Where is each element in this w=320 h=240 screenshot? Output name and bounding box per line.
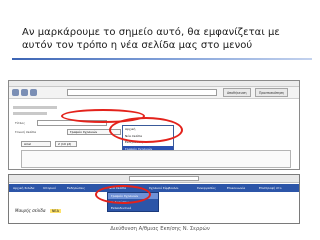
- refresh-icon[interactable]: [30, 89, 37, 96]
- address-bar[interactable]: [67, 89, 217, 96]
- font-size-select[interactable]: 2 (10 pt): [55, 141, 77, 147]
- nav-item[interactable]: Εκδηλώσεις: [67, 184, 85, 192]
- browser-topbar: [9, 175, 299, 183]
- nav-item[interactable]: Ιστορικό: [43, 184, 56, 192]
- forward-icon[interactable]: [21, 89, 28, 96]
- page-tree-line: [13, 112, 47, 115]
- site-menu-screenshot: Αρχική Σελίδα Ιστορικό Εκδηλώσεις Νέα σε…: [8, 174, 300, 224]
- slide-title: Αν μαρκάρουμε το σημείο αυτό, θα εμφανίζ…: [22, 27, 280, 51]
- new-badge: ΝΕΑ: [49, 209, 61, 213]
- font-select[interactable]: Arial: [21, 141, 51, 147]
- highlight-oval: [95, 185, 151, 204]
- save-button[interactable]: Αποθήκευση: [223, 88, 251, 97]
- submenu-item[interactable]: Εκπαιδευτικά: [108, 205, 158, 211]
- back-icon[interactable]: [12, 89, 19, 96]
- title-label: Τίτλος: [15, 121, 26, 125]
- address-bar[interactable]: [129, 176, 199, 181]
- nav-item[interactable]: Επικοινωνία: [227, 184, 245, 192]
- browser-toolbar: Αποθήκευση Προεπισκόπηση: [9, 87, 299, 99]
- editor-screenshot: Αποθήκευση Προεπισκόπηση Τίτλος Γονική σ…: [8, 80, 300, 170]
- nav-item[interactable]: Συνεργασίες: [197, 184, 216, 192]
- nav-item[interactable]: Σχολικοί Σύμβουλοι: [149, 184, 178, 192]
- slide-footer: Διεύθυνση Α/θμιας Εκπ/σης Ν. Σερρών: [110, 226, 210, 232]
- nav-item[interactable]: Αρχική Σελίδα: [13, 184, 34, 192]
- title-divider: [12, 58, 312, 60]
- page-heading-text: Μαυρής σελίδα: [15, 208, 46, 213]
- page-tree-line: [13, 106, 57, 109]
- site-nav-bar: Αρχική Σελίδα Ιστορικό Εκδηλώσεις Νέα σε…: [9, 184, 299, 192]
- page-heading: Μαυρής σελίδα ΝΕΑ: [15, 208, 61, 213]
- content-editor[interactable]: [21, 150, 291, 168]
- nav-item[interactable]: Επιστροφή στο: [259, 184, 282, 192]
- highlight-oval: [109, 117, 183, 143]
- parent-page-label: Γονική σελίδα: [15, 130, 36, 134]
- preview-button[interactable]: Προεπισκόπηση: [255, 88, 288, 97]
